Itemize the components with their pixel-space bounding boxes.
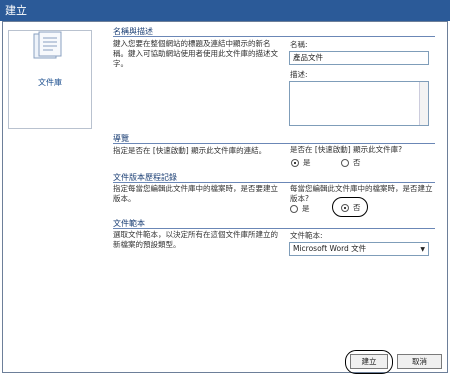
description-textarea[interactable] — [289, 81, 429, 126]
dropdown-arrow-icon: ▼ — [420, 246, 425, 253]
create-button[interactable]: 建立 — [350, 354, 388, 369]
section-divider — [113, 36, 435, 37]
section-divider — [113, 182, 435, 183]
navigation-description: 指定是否在 [快速啟動] 顯示此文件庫的連結。 — [113, 146, 267, 155]
version-no-radio[interactable] — [341, 204, 349, 212]
template-label: 文件範本: — [290, 231, 323, 240]
name-input[interactable]: 產品文件 — [289, 51, 429, 65]
description-label: 描述: — [290, 70, 308, 79]
nav-yes-radio[interactable] — [291, 159, 299, 167]
name-label: 名稱: — [290, 40, 308, 49]
version-yes-label: 是 — [302, 204, 310, 213]
cancel-button[interactable]: 取消 — [397, 354, 442, 369]
navigation-question: 是否在 [快速啟動] 顯示此文件庫? — [290, 145, 403, 154]
nav-no-label: 否 — [353, 158, 361, 167]
version-no-label: 否 — [353, 203, 361, 212]
section-divider — [113, 143, 435, 144]
version-yes-radio[interactable] — [290, 205, 298, 213]
template-description: 選取文件範本，以決定所有在這個文件庫所建立的新檔案的預設類型。 — [113, 230, 278, 249]
name-section-description: 鍵入您要在整個網站的標題及連結中顯示的新名稱。鍵入可協助網站使用者使用此文件庫的… — [113, 39, 278, 68]
template-selected-value: Microsoft Word 文件 — [293, 244, 367, 253]
document-library-icon — [33, 31, 62, 59]
section-divider — [113, 228, 435, 229]
nav-no-radio[interactable] — [341, 159, 349, 167]
window-title: 建立 — [0, 0, 450, 21]
version-description: 指定每當您編輯此文件庫中的檔案時，是否要建立版本。 — [113, 184, 278, 203]
highlight-circle — [332, 197, 368, 217]
nav-yes-label: 是 — [303, 158, 311, 167]
textarea-scrollbar[interactable] — [419, 82, 428, 125]
template-select[interactable]: Microsoft Word 文件 ▼ — [289, 242, 429, 256]
library-type-label: 文件庫 — [38, 78, 62, 87]
